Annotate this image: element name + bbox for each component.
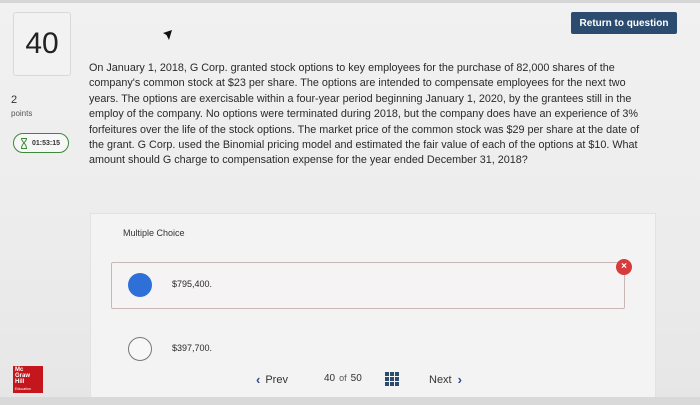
question-number: 40 <box>25 27 59 60</box>
answer-panel <box>90 213 656 405</box>
question-text: On January 1, 2018, G Corp. granted stoc… <box>89 62 640 167</box>
return-to-question-button[interactable]: Return to question <box>571 12 677 34</box>
x-circle-icon: × <box>616 259 632 275</box>
chevron-right-icon: › <box>457 372 462 387</box>
logo-line-4: Education <box>15 386 31 391</box>
grid-icon[interactable] <box>385 372 399 386</box>
chevron-left-icon: ‹ <box>256 372 261 387</box>
points-label: points <box>11 109 33 118</box>
choice-a-label: $795,400. <box>172 279 213 289</box>
timer: 01:53:15 <box>13 133 69 153</box>
choice-b-label: $397,700. <box>172 343 213 353</box>
current-page: 40 <box>324 373 336 384</box>
page-indicator: 40 of 50 <box>324 373 362 384</box>
next-button[interactable]: Next › <box>429 372 462 387</box>
total-pages: 50 <box>350 373 362 384</box>
question-number-box: 40 <box>13 12 71 76</box>
of-label: of <box>339 373 347 383</box>
timer-text: 01:53:15 <box>32 139 61 147</box>
hourglass-icon <box>21 137 27 149</box>
choice-b-radio[interactable] <box>128 337 152 361</box>
points-value: 2 <box>11 94 18 106</box>
bottom-bar <box>0 397 700 405</box>
choice-a-radio[interactable] <box>128 273 152 297</box>
answer-type-label: Multiple Choice <box>123 228 185 238</box>
prev-label: Prev <box>265 373 288 386</box>
prev-button[interactable]: ‹ Prev <box>256 372 288 387</box>
mcgraw-hill-logo: Mc Graw Hill Education <box>13 366 43 393</box>
mouse-cursor-icon <box>163 30 172 40</box>
next-label: Next <box>429 373 452 386</box>
